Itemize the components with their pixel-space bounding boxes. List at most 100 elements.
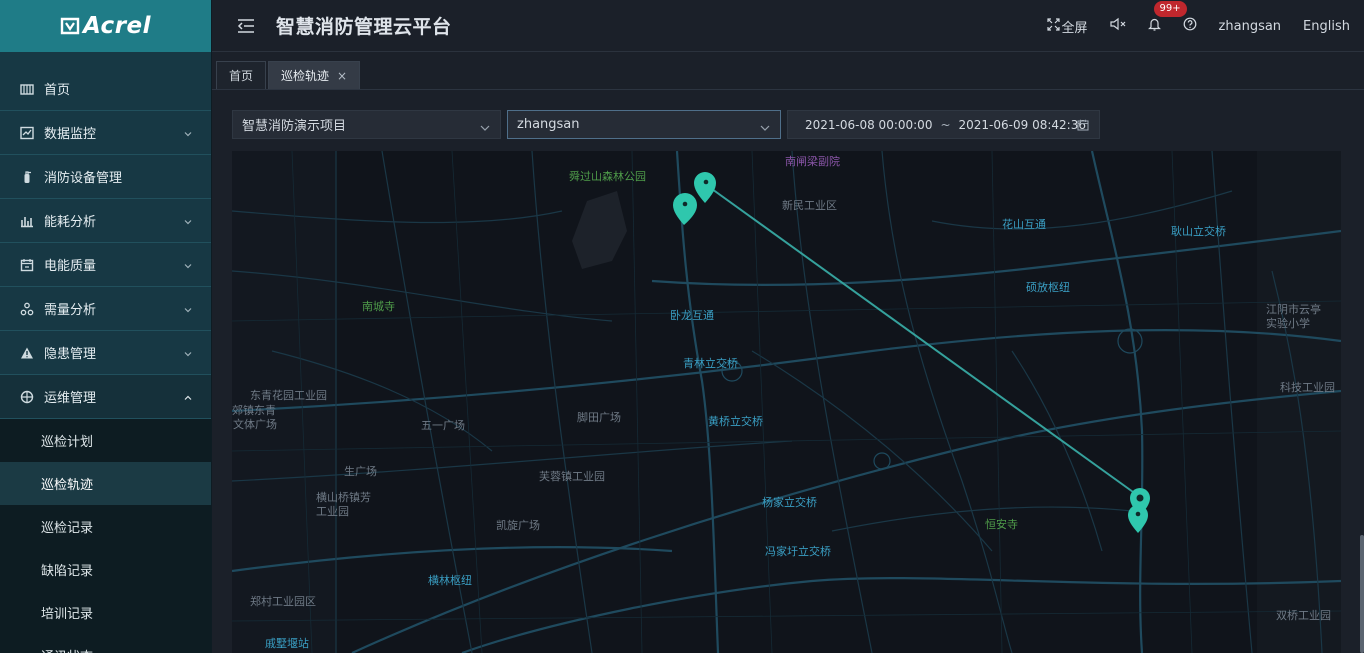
map-label: 文体广场 bbox=[233, 418, 277, 431]
submenu-item-inspection-track[interactable]: 巡检轨迹 bbox=[0, 462, 211, 505]
sidebar-item-operations[interactable]: 运维管理 bbox=[0, 375, 211, 419]
project-select[interactable]: 智慧消防演示项目 bbox=[232, 110, 501, 139]
chevron-down-icon bbox=[183, 128, 193, 138]
user-select[interactable]: zhangsan bbox=[507, 110, 781, 139]
sidebar-item-power-quality[interactable]: 电能质量 bbox=[0, 243, 211, 287]
filter-bar: 智慧消防演示项目 zhangsan 2021-06-08 00:00:00 ~ … bbox=[232, 110, 1100, 139]
map-label: 脚田广场 bbox=[577, 411, 621, 424]
bell-icon bbox=[1147, 17, 1161, 35]
home-icon bbox=[20, 82, 34, 96]
map-label: 五一广场 bbox=[421, 419, 465, 432]
tab-home[interactable]: 首页 bbox=[216, 61, 267, 89]
submenu-item-inspection-plan[interactable]: 巡检计划 bbox=[0, 419, 211, 462]
user-menu[interactable]: zhangsan bbox=[1219, 19, 1282, 34]
route-end-marker[interactable] bbox=[1128, 488, 1150, 533]
map-label: 生广场 bbox=[344, 465, 377, 478]
page-tabs: 首页 巡检轨迹 × bbox=[212, 52, 1364, 90]
chevron-down-icon bbox=[183, 348, 193, 358]
chevron-down-icon bbox=[480, 121, 490, 131]
sidebar-nav: 首页 数据监控 消防设备管理 能耗分析 电能质量 需量分析 隐患管理 运维管理 … bbox=[0, 67, 211, 653]
top-header: 智慧消防管理云平台 全屏 99+ zhangsan English bbox=[212, 0, 1364, 52]
notification-button[interactable]: 99+ bbox=[1147, 1, 1187, 35]
app-root: Acrel 首页 数据监控 消防设备管理 能耗分析 电能质量 需量分析 隐患管理… bbox=[0, 0, 1364, 653]
route-start-marker[interactable] bbox=[694, 172, 716, 203]
sidebar-item-label: 电能质量 bbox=[44, 259, 97, 274]
tab-inspection-track[interactable]: 巡检轨迹 × bbox=[268, 61, 361, 89]
submenu-item-defect-record[interactable]: 缺陷记录 bbox=[0, 548, 211, 591]
sidebar-item-label: 运维管理 bbox=[44, 391, 97, 406]
map-label: 杨家立交桥 bbox=[762, 496, 817, 509]
nodes-icon bbox=[20, 302, 34, 316]
sidebar-item-label: 隐患管理 bbox=[44, 347, 97, 362]
warning-icon bbox=[20, 346, 34, 360]
brand-name: Acrel bbox=[82, 13, 152, 39]
scrollbar-thumb[interactable] bbox=[1360, 535, 1364, 653]
sidebar-item-label: 首页 bbox=[44, 83, 71, 98]
speaker-mute-icon bbox=[1109, 17, 1126, 35]
tab-label: 首页 bbox=[229, 69, 254, 83]
header-actions: 全屏 99+ zhangsan English bbox=[1046, 0, 1364, 52]
map-label: 青林立交桥 bbox=[683, 357, 738, 370]
monitor-icon bbox=[20, 126, 34, 140]
map-label: 凯旋广场 bbox=[496, 519, 540, 532]
map-label: 硕放枢纽 bbox=[1026, 281, 1070, 294]
sidebar-item-fire-equipment[interactable]: 消防设备管理 bbox=[0, 155, 211, 199]
sidebar-item-label: 消防设备管理 bbox=[44, 171, 123, 186]
fullscreen-button[interactable]: 全屏 bbox=[1046, 17, 1088, 36]
chevron-down-icon bbox=[760, 121, 770, 131]
sidebar-item-demand-analysis[interactable]: 需量分析 bbox=[0, 287, 211, 331]
sidebar-item-label: 需量分析 bbox=[44, 303, 97, 318]
map-label: 工业园 bbox=[316, 505, 349, 518]
map-label: 芙蓉镇工业园 bbox=[539, 470, 605, 483]
help-button[interactable] bbox=[1183, 17, 1197, 35]
sidebar-item-data-monitor[interactable]: 数据监控 bbox=[0, 111, 211, 155]
route-marker[interactable] bbox=[673, 193, 697, 225]
sidebar-item-label: 能耗分析 bbox=[44, 215, 97, 230]
chevron-down-icon bbox=[183, 304, 193, 314]
tab-label: 巡检轨迹 bbox=[281, 69, 330, 83]
submenu-item-inspection-record[interactable]: 巡检记录 bbox=[0, 505, 211, 548]
notification-badge: 99+ bbox=[1153, 1, 1187, 17]
map-label: 戚墅堰站 bbox=[265, 637, 309, 650]
bar-chart-icon bbox=[20, 214, 34, 228]
map-label: 恒安寺 bbox=[985, 518, 1018, 531]
sidebar-item-home[interactable]: 首页 bbox=[0, 67, 211, 111]
help-icon bbox=[1183, 17, 1197, 35]
map-label: 新民工业区 bbox=[782, 199, 837, 212]
sidebar-item-energy-analysis[interactable]: 能耗分析 bbox=[0, 199, 211, 243]
date-separator: ~ bbox=[940, 117, 951, 132]
project-select-value: 智慧消防演示项目 bbox=[242, 119, 347, 134]
map-label: 实验小学 bbox=[1266, 317, 1310, 330]
sidebar-item-label: 数据监控 bbox=[44, 127, 97, 142]
map-label: 南闸梁副院 bbox=[785, 155, 840, 168]
globe-icon bbox=[20, 390, 34, 404]
sidebar: Acrel 首页 数据监控 消防设备管理 能耗分析 电能质量 需量分析 隐患管理… bbox=[0, 0, 212, 653]
extinguisher-icon bbox=[20, 170, 34, 184]
date-range-picker[interactable]: 2021-06-08 00:00:00 ~ 2021-06-09 08:42:3… bbox=[787, 110, 1100, 139]
calendar-icon bbox=[1077, 119, 1089, 131]
chevron-up-icon bbox=[183, 392, 193, 402]
acrel-logo-icon bbox=[60, 16, 80, 36]
language-switch[interactable]: English bbox=[1303, 19, 1350, 34]
close-icon[interactable]: × bbox=[337, 69, 347, 83]
brand-logo[interactable]: Acrel bbox=[0, 0, 211, 52]
track-map[interactable]: 舜过山森林公园 南闸梁副院 新民工业区 花山互通 耿山立交桥 硕放枢纽 卧龙互通… bbox=[232, 151, 1341, 653]
menu-collapse-icon[interactable] bbox=[236, 16, 256, 36]
map-label: 双桥工业园 bbox=[1276, 609, 1331, 622]
map-label: 花山互通 bbox=[1002, 218, 1046, 231]
map-label: 南城寺 bbox=[362, 300, 395, 313]
fullscreen-icon bbox=[1046, 17, 1060, 35]
submenu-item-training-record[interactable]: 培训记录 bbox=[0, 591, 211, 634]
calendar-icon bbox=[20, 258, 34, 272]
date-start: 2021-06-08 00:00:00 bbox=[805, 117, 933, 132]
page-title: 智慧消防管理云平台 bbox=[276, 16, 452, 38]
map-label: 舜过山森林公园 bbox=[569, 170, 646, 183]
map-label: 卧龙互通 bbox=[670, 309, 714, 322]
chevron-down-icon bbox=[183, 216, 193, 226]
sidebar-item-hazard-management[interactable]: 隐患管理 bbox=[0, 331, 211, 375]
mute-button[interactable] bbox=[1109, 17, 1126, 35]
map-label: 郑村工业园区 bbox=[250, 595, 316, 608]
chevron-down-icon bbox=[183, 260, 193, 270]
submenu-item-comm-status[interactable]: 通讯状态 bbox=[0, 634, 211, 653]
page-scrollbar[interactable] bbox=[1358, 90, 1364, 653]
